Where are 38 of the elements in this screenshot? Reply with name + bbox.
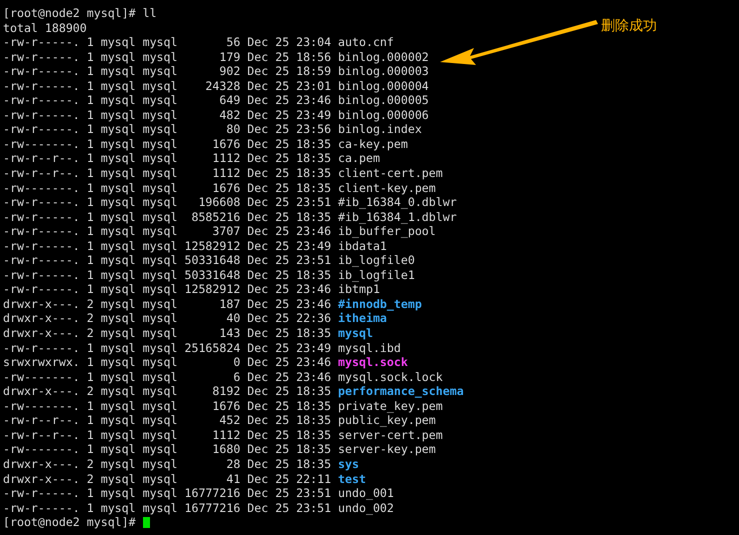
listing-line: -rw-r-----. 1 mysql mysql 25165824 Dec 25 23:49 mysql.ibd: [3, 340, 401, 356]
listing-line: srwxrwxrwx. 1 mysql mysql 0 Dec 25 23:46 mysql.sock: [3, 355, 408, 370]
listing-line: -rw-------. 1 mysql mysql 1676 Dec 25 18:35 ca-key.pem: [3, 136, 408, 152]
listing-line: -rw-r-----. 1 mysql mysql 179 Dec 25 18:56 binlog.000002: [3, 50, 429, 64]
listing-line: -rw-r-----. 1 mysql mysql 24328 Dec 25 23:01 binlog.000004: [3, 78, 429, 94]
listing-line: -rw-r--r--. 1 mysql mysql 1112 Dec 25 18:35 ca.pem: [3, 151, 380, 166]
listing-line: -rw-r-----. 1 mysql mysql 56 Dec 25 23:04 auto.cnf: [3, 35, 394, 50]
listing-line: -rw-------. 1 mysql mysql 1680 Dec 25 18:35 server-key.pem: [3, 442, 436, 457]
listing-line: -rw-------. 1 mysql mysql 6 Dec 25 23:46 mysql.sock.lock: [3, 370, 443, 384]
annotation-text: 删除成功: [601, 17, 657, 35]
listing-line: -rw-r--r--. 1 mysql mysql 1112 Dec 25 18:35 server-cert.pem: [3, 428, 443, 442]
listing-line: drwxr-x---. 2 mysql mysql 28 Dec 25 18:35 sys: [3, 456, 359, 472]
listing-line: drwxr-x---. 2 mysql mysql 143 Dec 25 18:35 mysql: [3, 326, 373, 341]
listing-line: -rw-r-----. 1 mysql mysql 902 Dec 25 18:59 binlog.000003: [3, 64, 429, 79]
listing-line: -rw-r--r--. 1 mysql mysql 1112 Dec 25 18:35 client-cert.pem: [3, 166, 443, 181]
listing-line: -rw-r-----. 1 mysql mysql 196608 Dec 25 23:51 #ib_16384_0.dblwr: [3, 195, 457, 210]
listing-line: drwxr-x---. 2 mysql mysql 41 Dec 25 22:11 test: [3, 472, 366, 486]
listing-line: -rw-r-----. 1 mysql mysql 16777216 Dec 25 23:51 undo_002: [3, 500, 394, 516]
listing-line: -rw-r-----. 1 mysql mysql 12582912 Dec 25 23:46 ibtmp1: [3, 282, 380, 297]
cursor-icon: [142, 516, 150, 528]
listing-line: -rw-r--r--. 1 mysql mysql 452 Dec 25 18:35 public_key.pem: [3, 413, 436, 428]
listing-line: -rw-------. 1 mysql mysql 1676 Dec 25 18:35 client-key.pem: [3, 180, 436, 196]
command-prompt: [root@node2 mysql]#: [3, 515, 136, 530]
listing-line: -rw-r-----. 1 mysql mysql 649 Dec 25 23:46 binlog.000005: [3, 93, 429, 108]
listing-line: -rw-r-----. 1 mysql mysql 12582912 Dec 25 23:49 ibdata1: [3, 238, 387, 254]
listing-line: -rw-------. 1 mysql mysql 1676 Dec 25 18:35 private_key.pem: [3, 398, 443, 414]
listing-line: -rw-r-----. 1 mysql mysql 50331648 Dec 25 23:51 ib_logfile0: [3, 253, 415, 268]
listing-line: -rw-r-----. 1 mysql mysql 3707 Dec 25 23:46 ib_buffer_pool: [3, 224, 436, 239]
listing-line: -rw-r-----. 1 mysql mysql 50331648 Dec 25 18:35 ib_logfile1: [3, 268, 415, 282]
listing-line: -rw-r-----. 1 mysql mysql 8585216 Dec 25 18:35 #ib_16384_1.dblwr: [3, 210, 457, 224]
listing-line: -rw-r-----. 1 mysql mysql 80 Dec 25 23:56 binlog.index: [3, 122, 422, 137]
listing-line: drwxr-x---. 2 mysql mysql 40 Dec 25 22:36 itheima: [3, 311, 387, 326]
listing-line: -rw-r-----. 1 mysql mysql 482 Dec 25 23:49 binlog.000006: [3, 108, 429, 122]
listing-line: -rw-r-----. 1 mysql mysql 16777216 Dec 25 23:51 undo_001: [3, 486, 394, 501]
listing-line: drwxr-x---. 2 mysql mysql 187 Dec 25 23:46 #innodb_temp: [3, 296, 422, 312]
output-line: total 188900: [3, 20, 87, 36]
listing-line: drwxr-x---. 2 mysql mysql 8192 Dec 25 18:35 performance_schema: [3, 384, 464, 399]
command-line: [root@node2 mysql]# ll: [3, 6, 157, 21]
